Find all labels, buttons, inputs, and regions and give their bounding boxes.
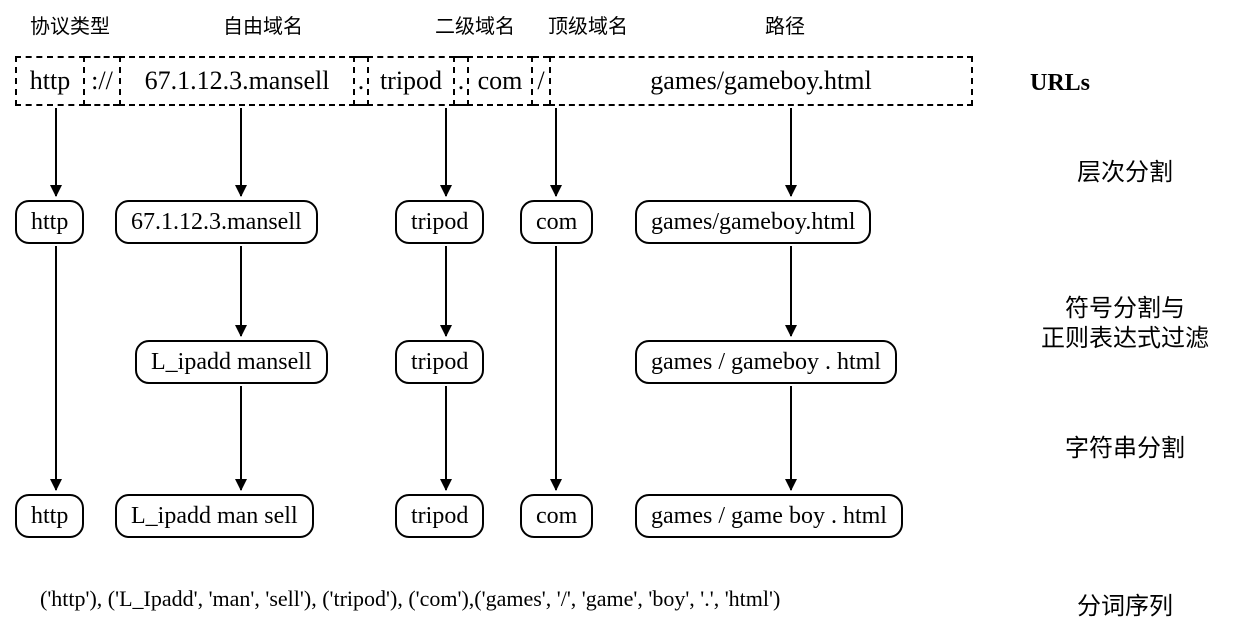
url-seg-second: tripod	[367, 56, 455, 106]
r3-c4: com	[520, 494, 593, 538]
row-3: http L_ipadd man sell tripod com games /…	[15, 494, 975, 540]
arrow-u-r1-c1	[55, 108, 57, 196]
tuple-output: ('http'), ('L_Ipadd', 'man', 'sell'), ('…	[40, 586, 960, 612]
url-seg-freedomain: 67.1.12.3.mansell	[119, 56, 355, 106]
arrow-u-r1-c3	[445, 108, 447, 196]
arrow-r1-r2-c2	[240, 246, 242, 336]
url-sep-1: ://	[85, 56, 119, 106]
hdr-freedomain: 自由域名	[223, 10, 303, 39]
url-seg-top: com	[467, 56, 533, 106]
r3-c3: tripod	[395, 494, 484, 538]
label-token-seq: 分词序列	[1020, 586, 1230, 621]
row-2: L_ipadd mansell tripod games / gameboy .…	[15, 340, 975, 386]
arrow-r1-r2-c5	[790, 246, 792, 336]
arrow-r2-r3-c5	[790, 386, 792, 490]
label-symbol-l2: 正则表达式过滤	[1020, 318, 1230, 353]
r1-c5: games/gameboy.html	[635, 200, 871, 244]
r1-c4: com	[520, 200, 593, 244]
r1-c1: http	[15, 200, 84, 244]
r1-c3: tripod	[395, 200, 484, 244]
url-seg-path: games/gameboy.html	[549, 56, 973, 106]
r3-c1: http	[15, 494, 84, 538]
r1-c2: 67.1.12.3.mansell	[115, 200, 318, 244]
label-string: 字符串分割	[1020, 428, 1230, 463]
arrow-r1-r2-c3	[445, 246, 447, 336]
r2-c5: games / gameboy . html	[635, 340, 897, 384]
arrow-u-r1-c5	[790, 108, 792, 196]
url-sep-4: /	[533, 56, 549, 106]
arrow-u-r1-c4	[555, 108, 557, 196]
url-seg-protocol: http	[15, 56, 85, 106]
arrow-r2-r3-c2	[240, 386, 242, 490]
r3-c2: L_ipadd man sell	[115, 494, 314, 538]
hdr-top: 顶级域名	[548, 10, 628, 39]
hdr-second: 二级域名	[435, 10, 515, 39]
r3-c5: games / game boy . html	[635, 494, 903, 538]
r2-c2: L_ipadd mansell	[135, 340, 328, 384]
url-sep-3: .	[455, 56, 467, 106]
label-level-split: 层次分割	[1020, 152, 1230, 187]
arrow-u-r1-c2	[240, 108, 242, 196]
url-box: http :// 67.1.12.3.mansell . tripod . co…	[15, 55, 973, 107]
r2-c3: tripod	[395, 340, 484, 384]
url-sep-2: .	[355, 56, 367, 106]
header-row: 协议类型 自由域名 二级域名 顶级域名 路径	[15, 10, 975, 40]
hdr-protocol: 协议类型	[30, 10, 110, 39]
hdr-path: 路径	[765, 10, 805, 39]
arrow-r2-r3-c3	[445, 386, 447, 490]
label-urls: URLs	[1030, 70, 1230, 97]
row-1: http 67.1.12.3.mansell tripod com games/…	[15, 200, 975, 246]
